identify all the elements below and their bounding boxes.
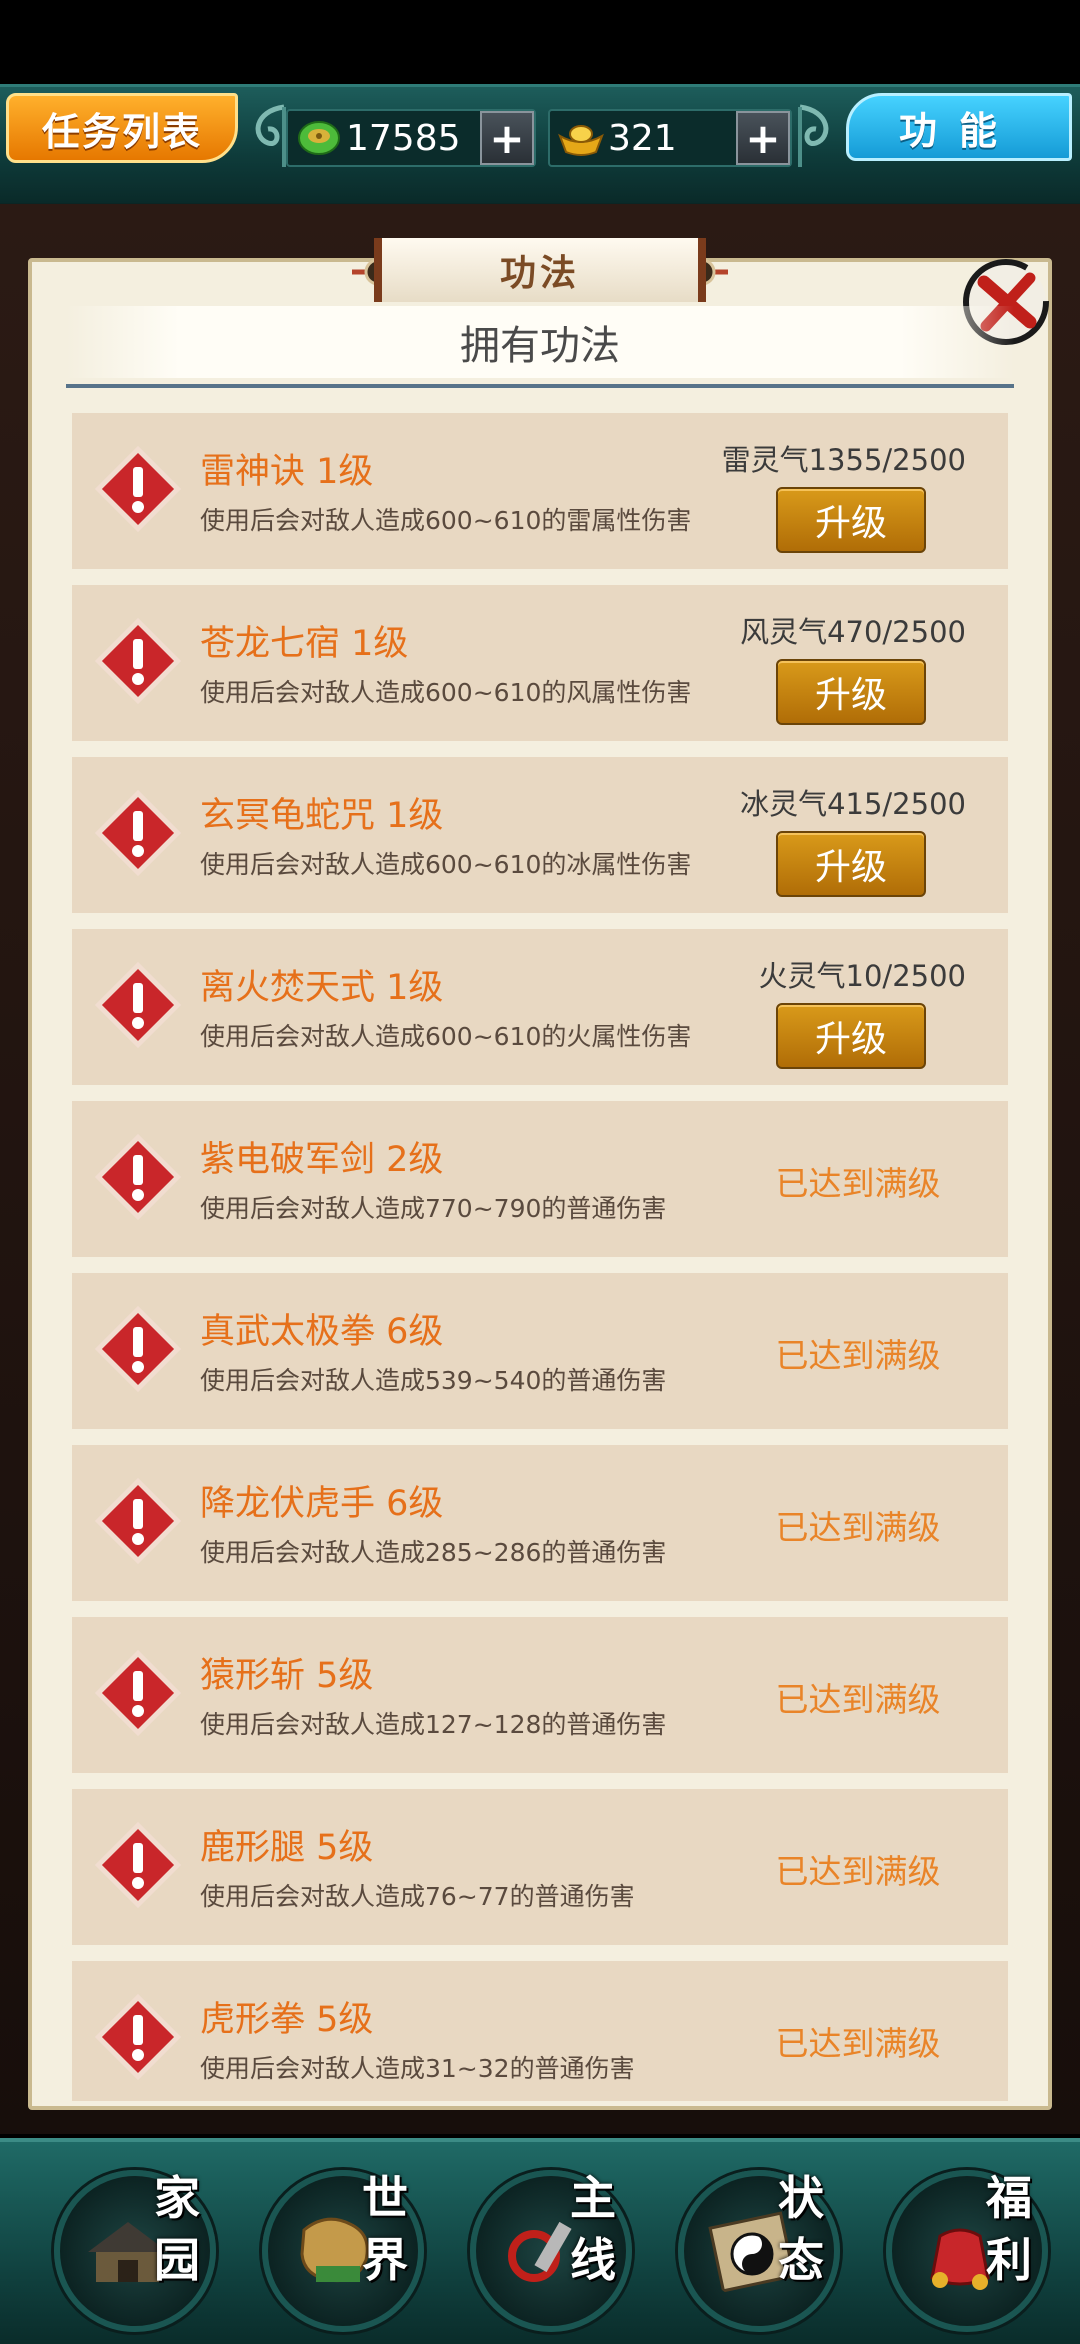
skill-row-7: 降龙伏虎手 6级 使用后会对敌人造成285~286的普通伤害 已达到满级 xyxy=(72,1445,1008,1601)
skill-description: 使用后会对敌人造成539~540的普通伤害 xyxy=(200,1366,667,1395)
gold-ingot-icon xyxy=(554,115,608,161)
alert-icon xyxy=(94,1305,182,1393)
skill-name: 虎形拳 5级 xyxy=(200,2000,374,2040)
skill-description: 使用后会对敌人造成127~128的普通伤害 xyxy=(200,1710,667,1739)
nav-home[interactable]: 家 园 xyxy=(44,2160,232,2332)
gold-currency: 321 + xyxy=(548,109,792,167)
nav-welfare[interactable]: 福 利 xyxy=(876,2160,1064,2332)
energy-progress: 火灵气10/2500 xyxy=(758,959,966,993)
skill-description: 使用后会对敌人造成770~790的普通伤害 xyxy=(200,1194,667,1223)
skill-name: 真武太极拳 6级 xyxy=(200,1312,444,1352)
upgrade-button[interactable]: 升级 xyxy=(776,1003,926,1069)
nav-world-char-1: 世 xyxy=(362,2171,408,2225)
bottom-nav: 家 园 世 界 主 线 状 态 福 利 xyxy=(0,2138,1080,2344)
energy-progress: 冰灵气415/2500 xyxy=(740,787,966,821)
skill-name: 紫电破军剑 2级 xyxy=(200,1140,444,1180)
quest-list-button[interactable]: 任务列表 xyxy=(6,93,238,163)
max-level-status: 已达到满级 xyxy=(775,1164,941,1203)
skill-description: 使用后会对敌人造成600~610的风属性伤害 xyxy=(200,678,692,707)
alert-icon xyxy=(94,789,182,877)
panel-title-scroll: 功法 xyxy=(352,230,728,312)
skill-description: 使用后会对敌人造成600~610的火属性伤害 xyxy=(200,1022,692,1051)
nav-main-quest[interactable]: 主 线 xyxy=(460,2160,648,2332)
add-gold-button[interactable]: + xyxy=(736,111,790,165)
nav-world[interactable]: 世 界 xyxy=(252,2160,440,2332)
alert-icon xyxy=(94,445,182,533)
function-button[interactable]: 功能 xyxy=(846,93,1072,161)
skill-name: 雷神诀 1级 xyxy=(200,452,374,492)
jade-amount: 17585 xyxy=(346,117,461,159)
skill-name: 猿形斩 5级 xyxy=(200,1656,374,1696)
alert-icon xyxy=(94,1477,182,1565)
skill-description: 使用后会对敌人造成600~610的雷属性伤害 xyxy=(200,506,692,535)
nav-welfare-char-2: 利 xyxy=(986,2233,1032,2287)
alert-icon xyxy=(94,1993,182,2081)
upgrade-button[interactable]: 升级 xyxy=(776,659,926,725)
nav-main-quest-char-2: 线 xyxy=(570,2233,616,2287)
max-level-status: 已达到满级 xyxy=(775,1508,941,1547)
max-level-status: 已达到满级 xyxy=(775,1852,941,1891)
skill-row-9: 鹿形腿 5级 使用后会对敌人造成76~77的普通伤害 已达到满级 xyxy=(72,1789,1008,1945)
skill-name: 玄冥龟蛇咒 1级 xyxy=(200,796,444,836)
scroll-ornament-icon xyxy=(255,104,286,167)
nav-status[interactable]: 状 态 xyxy=(668,2160,856,2332)
skill-row-8: 猿形斩 5级 使用后会对敌人造成127~128的普通伤害 已达到满级 xyxy=(72,1617,1008,1773)
skill-row-3: 玄冥龟蛇咒 1级 使用后会对敌人造成600~610的冰属性伤害 冰灵气415/2… xyxy=(72,757,1008,913)
upgrade-button[interactable]: 升级 xyxy=(776,487,926,553)
energy-progress: 风灵气470/2500 xyxy=(740,615,966,649)
add-jade-button[interactable]: + xyxy=(480,111,534,165)
skill-row-1: 雷神诀 1级 使用后会对敌人造成600~610的雷属性伤害 雷灵气1355/25… xyxy=(72,413,1008,569)
skill-row-10: 虎形拳 5级 使用后会对敌人造成31~32的普通伤害 已达到满级 xyxy=(72,1961,1008,2101)
skill-name: 离火焚天式 1级 xyxy=(200,968,444,1008)
jade-coin-icon xyxy=(292,115,346,161)
scroll-ornament-icon xyxy=(798,104,829,167)
nav-home-char-1: 家 xyxy=(154,2171,200,2225)
skill-description: 使用后会对敌人造成285~286的普通伤害 xyxy=(200,1538,667,1567)
nav-main-quest-char-1: 主 xyxy=(570,2171,616,2225)
jade-currency: 17585 + xyxy=(286,109,536,167)
nav-welfare-char-1: 福 xyxy=(986,2171,1032,2225)
nav-home-char-2: 园 xyxy=(154,2233,200,2287)
max-level-status: 已达到满级 xyxy=(775,1336,941,1375)
skill-name: 苍龙七宿 1级 xyxy=(200,624,409,664)
skill-row-4: 离火焚天式 1级 使用后会对敌人造成600~610的火属性伤害 火灵气10/25… xyxy=(72,929,1008,1085)
alert-icon xyxy=(94,1821,182,1909)
panel-title: 功法 xyxy=(374,238,706,302)
nav-status-char-1: 状 xyxy=(778,2171,824,2225)
energy-progress: 雷灵气1355/2500 xyxy=(721,443,966,477)
alert-icon xyxy=(94,1649,182,1737)
alert-icon xyxy=(94,1133,182,1221)
divider xyxy=(66,384,1014,388)
nav-status-char-2: 态 xyxy=(778,2233,824,2287)
max-level-status: 已达到满级 xyxy=(775,2024,941,2063)
skill-description: 使用后会对敌人造成31~32的普通伤害 xyxy=(200,2054,635,2083)
owned-skills-header: 拥有功法 xyxy=(66,306,1014,378)
max-level-status: 已达到满级 xyxy=(775,1680,941,1719)
skill-description: 使用后会对敌人造成76~77的普通伤害 xyxy=(200,1882,635,1911)
upgrade-button[interactable]: 升级 xyxy=(776,831,926,897)
skill-row-2: 苍龙七宿 1级 使用后会对敌人造成600~610的风属性伤害 风灵气470/25… xyxy=(72,585,1008,741)
skill-row-6: 真武太极拳 6级 使用后会对敌人造成539~540的普通伤害 已达到满级 xyxy=(72,1273,1008,1429)
gold-amount: 321 xyxy=(608,117,677,159)
skill-name: 降龙伏虎手 6级 xyxy=(200,1484,444,1524)
nav-world-char-2: 界 xyxy=(362,2233,408,2287)
alert-icon xyxy=(94,961,182,1049)
alert-icon xyxy=(94,617,182,705)
skill-description: 使用后会对敌人造成600~610的冰属性伤害 xyxy=(200,850,692,879)
skill-name: 鹿形腿 5级 xyxy=(200,1828,374,1868)
owned-skills-label: 拥有功法 xyxy=(460,323,620,369)
skill-row-5: 紫电破军剑 2级 使用后会对敌人造成770~790的普通伤害 已达到满级 xyxy=(72,1101,1008,1257)
top-bar: 任务列表 17585 + 321 + 功能 xyxy=(0,84,1080,207)
